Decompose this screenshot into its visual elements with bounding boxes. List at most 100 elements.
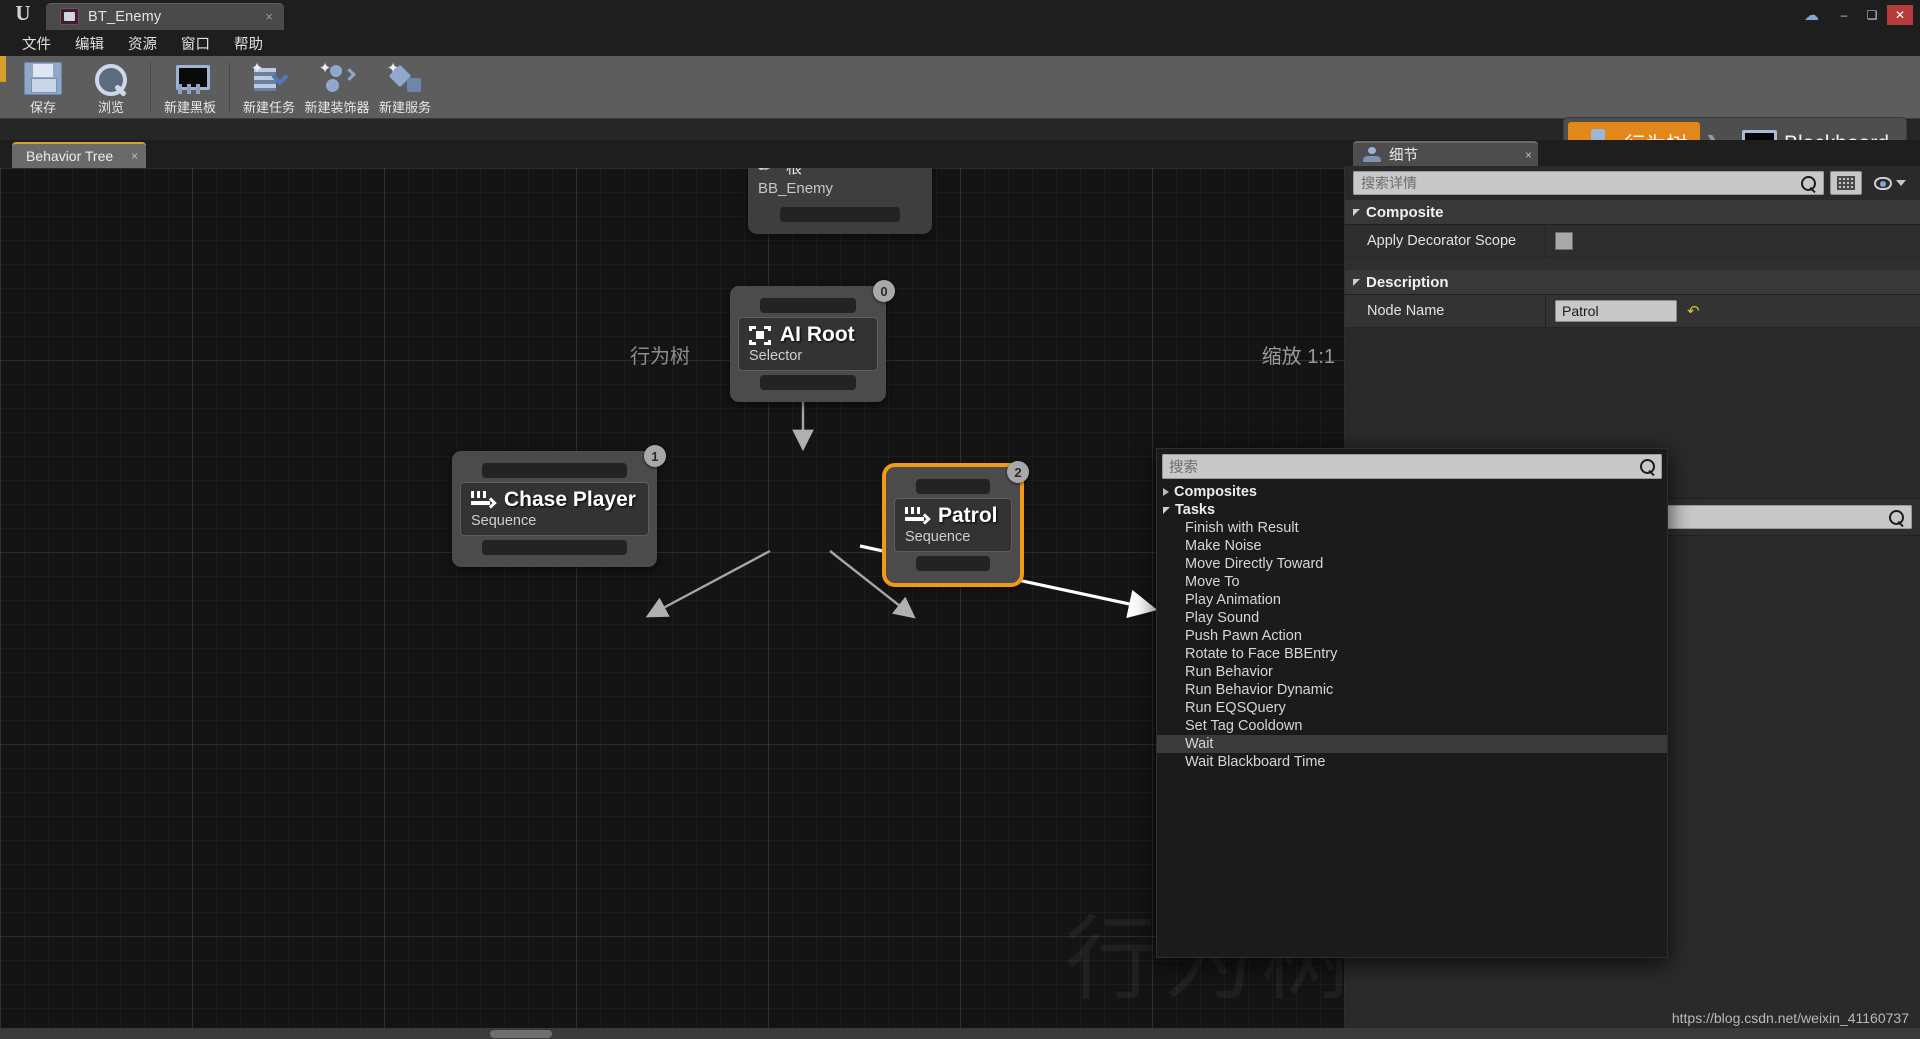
- menu-help[interactable]: 帮助: [222, 31, 275, 56]
- details-search-row: 搜索详情: [1345, 166, 1920, 200]
- search-icon: [92, 62, 130, 96]
- toolbar-group-asset: 保存 浏览: [6, 56, 148, 118]
- node-body: Chase Player Sequence: [460, 482, 649, 536]
- save-button-label: 保存: [29, 99, 56, 115]
- behavior-tree-graph-canvas[interactable]: 行为树 缩放 1:1 行为树 根 BB_Enemy 0 AI Root Sele…: [0, 168, 1345, 1028]
- chase-player-node-frame: 1 Chase Player Sequence: [452, 445, 666, 567]
- section-spacer: [1345, 258, 1920, 270]
- node-index-badge: 1: [643, 445, 666, 467]
- menu-assets[interactable]: 资源: [116, 31, 169, 56]
- minimize-button[interactable]: –: [1831, 5, 1857, 25]
- tab-behavior-tree[interactable]: Behavior Tree ×: [12, 142, 147, 168]
- graph-connection-layer: [645, 373, 1158, 619]
- palette-category-tasks[interactable]: Tasks: [1157, 501, 1667, 519]
- palette-item-wait[interactable]: Wait: [1157, 735, 1667, 753]
- details-search-placeholder: 搜索详情: [1361, 175, 1417, 191]
- graph-node-patrol[interactable]: 2 Patrol Sequence: [886, 461, 1029, 583]
- new-task-icon: ✦: [250, 61, 289, 95]
- new-service-button[interactable]: ✦ 新建服务: [371, 58, 439, 117]
- property-row-node-name: Node Name Patrol ↶: [1345, 295, 1920, 328]
- close-icon[interactable]: ×: [1525, 148, 1532, 162]
- revert-icon[interactable]: ↶: [1687, 302, 1700, 320]
- root-node-subtitle: BB_Enemy: [758, 180, 834, 197]
- palette-item[interactable]: Wait Blackboard Time: [1157, 753, 1667, 771]
- menu-edit[interactable]: 编辑: [63, 31, 116, 56]
- horizontal-scrollbar[interactable]: [490, 1030, 552, 1038]
- details-search-input[interactable]: 搜索详情: [1353, 171, 1824, 195]
- palette-item[interactable]: Move Directly Toward: [1157, 555, 1667, 573]
- chevron-right-icon: [1163, 488, 1169, 496]
- node-title: Patrol: [938, 504, 998, 527]
- sequence-icon: [905, 506, 931, 526]
- node-input-pin[interactable]: [760, 298, 856, 313]
- palette-item[interactable]: Run Behavior Dynamic: [1157, 681, 1667, 699]
- save-button[interactable]: 保存: [9, 58, 77, 117]
- new-blackboard-label: 新建黑板: [163, 99, 216, 115]
- palette-category-label: Tasks: [1175, 502, 1216, 518]
- node-name-input[interactable]: Patrol: [1555, 300, 1677, 322]
- node-output-pin[interactable]: [916, 556, 990, 571]
- unreal-behavior-tree-editor: U BT_Enemy × ☁ – ❑ ✕ 文件 编辑 资源 窗口 帮助 保存 浏…: [0, 0, 1920, 1039]
- details-visibility-button[interactable]: [1868, 176, 1912, 190]
- blackboard-icon: [171, 62, 210, 95]
- graph-node-ai-root[interactable]: 0 AI Root Selector: [730, 280, 895, 402]
- palette-item[interactable]: Run Behavior: [1157, 663, 1667, 681]
- close-window-button[interactable]: ✕: [1887, 5, 1913, 25]
- maximize-button[interactable]: ❑: [1859, 5, 1885, 25]
- new-service-icon: ✦: [386, 61, 424, 95]
- details-tab-bar: 细节 ×: [1345, 140, 1920, 166]
- menu-window[interactable]: 窗口: [169, 31, 222, 56]
- details-view-grid-button[interactable]: [1830, 171, 1862, 195]
- new-blackboard-button[interactable]: 新建黑板: [156, 58, 224, 117]
- browse-button-label: 浏览: [97, 99, 124, 115]
- palette-item[interactable]: Play Animation: [1157, 591, 1667, 609]
- palette-category-composites[interactable]: Composites: [1157, 483, 1667, 501]
- unreal-logo-icon: U: [15, 1, 31, 25]
- main-toolbar: 保存 浏览 新建黑板 ✦ 新建任务 ✦ 新建装饰器 ✦ 新建服务: [0, 56, 1920, 170]
- palette-item[interactable]: Play Sound: [1157, 609, 1667, 627]
- node-input-pin[interactable]: [482, 463, 627, 478]
- search-icon: [1801, 175, 1816, 191]
- title-bar: U BT_Enemy × ☁ – ❑ ✕: [0, 0, 1920, 30]
- node-output-pin[interactable]: [482, 540, 627, 555]
- close-icon[interactable]: ×: [131, 149, 138, 163]
- node-palette-context-menu: 搜索 Composites Tasks Finish with Result M…: [1156, 448, 1668, 958]
- property-label: Node Name: [1367, 303, 1445, 319]
- property-value: [1545, 225, 1920, 257]
- palette-item[interactable]: Run EQSQuery: [1157, 699, 1667, 717]
- menu-file[interactable]: 文件: [10, 31, 63, 56]
- toolbar-divider: [229, 62, 230, 112]
- asset-tab[interactable]: BT_Enemy ×: [46, 3, 284, 30]
- tab-details[interactable]: 细节 ×: [1353, 141, 1538, 166]
- browse-button[interactable]: 浏览: [77, 58, 145, 117]
- cloud-icon[interactable]: ☁: [1804, 6, 1819, 24]
- palette-item[interactable]: Set Tag Cooldown: [1157, 717, 1667, 735]
- palette-search-input[interactable]: 搜索: [1162, 454, 1662, 479]
- behavior-tree-asset-icon: [60, 8, 79, 25]
- graph-node-chase-player[interactable]: 1 Chase Player Sequence: [452, 445, 666, 567]
- close-icon[interactable]: ×: [260, 9, 278, 24]
- palette-list[interactable]: Composites Tasks Finish with Result Make…: [1157, 482, 1667, 957]
- node-output-pin[interactable]: [760, 375, 856, 390]
- root-node-title: 根: [786, 168, 803, 177]
- section-header-description[interactable]: Description: [1345, 270, 1920, 295]
- new-task-label: 新建任务: [242, 99, 295, 115]
- palette-item[interactable]: Finish with Result: [1157, 519, 1667, 537]
- sequence-icon: [471, 490, 497, 510]
- new-task-button[interactable]: ✦ 新建任务: [235, 58, 303, 117]
- apply-decorator-scope-checkbox[interactable]: [1555, 232, 1573, 250]
- node-input-pin[interactable]: [916, 479, 990, 494]
- root-node-title-row: 根: [758, 168, 922, 178]
- palette-item[interactable]: Move To: [1157, 573, 1667, 591]
- graph-node-root[interactable]: 根 BB_Enemy: [748, 168, 932, 234]
- palette-item[interactable]: Push Pawn Action: [1157, 627, 1667, 645]
- new-decorator-button[interactable]: ✦ 新建装饰器: [303, 58, 371, 117]
- palette-category-label: Composites: [1174, 484, 1257, 500]
- section-header-composite[interactable]: Composite: [1345, 200, 1920, 225]
- search-icon: [1640, 459, 1655, 474]
- palette-item[interactable]: Rotate to Face BBEntry: [1157, 645, 1667, 663]
- section-title: Description: [1366, 273, 1449, 291]
- tab-behavior-tree-label: Behavior Tree: [26, 148, 114, 164]
- root-output-pin[interactable]: [780, 207, 900, 222]
- palette-item[interactable]: Make Noise: [1157, 537, 1667, 555]
